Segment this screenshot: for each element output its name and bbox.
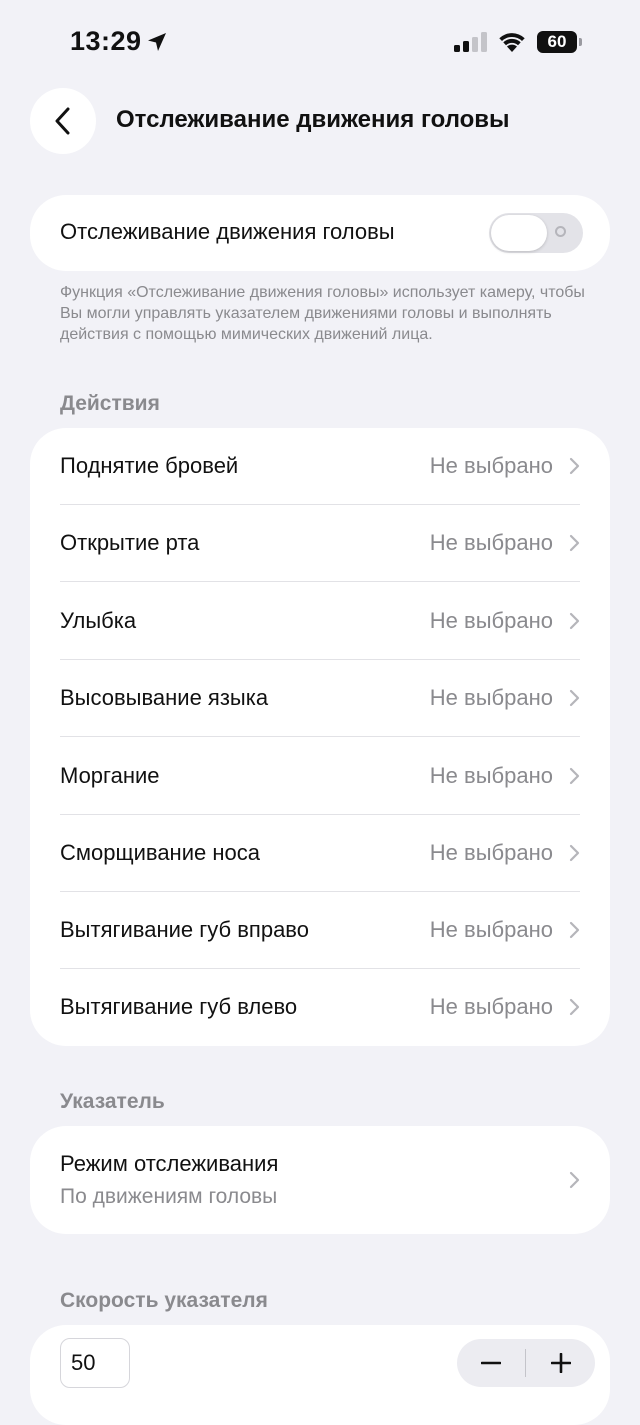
action-label: Моргание: [60, 763, 160, 788]
action-row-mouth-open[interactable]: Открытие рта Не выбрано: [30, 505, 610, 582]
chevron-right-icon: [569, 844, 580, 862]
action-label: Высовывание языка: [60, 685, 269, 710]
action-value: Не выбрано: [429, 685, 553, 710]
chevron-right-icon: [569, 457, 580, 475]
head-tracking-toggle[interactable]: [489, 213, 583, 253]
action-value: Не выбрано: [429, 763, 553, 788]
page-title: Отслеживание движения головы: [116, 106, 510, 133]
chevron-right-icon: [569, 534, 580, 552]
action-label: Улыбка: [60, 608, 137, 633]
action-value: Не выбрано: [429, 840, 553, 865]
speed-decrease-button[interactable]: [457, 1339, 525, 1387]
action-row-lips-left[interactable]: Вытягивание губ влево Не выбрано: [30, 969, 610, 1046]
tracking-mode-value: По движениям головы: [60, 1185, 278, 1208]
chevron-right-icon: [569, 612, 580, 630]
toggle-knob: [491, 215, 547, 251]
location-arrow-icon: [148, 33, 166, 51]
action-label: Вытягивание губ влево: [60, 994, 298, 1019]
status-time: 13:29: [70, 26, 142, 56]
speed-increase-button[interactable]: [527, 1339, 595, 1387]
divider: [60, 736, 580, 737]
actions-section-header: Действия: [60, 392, 160, 415]
divider: [60, 581, 580, 582]
action-value: Не выбрано: [429, 608, 553, 633]
head-tracking-label: Отслеживание движения головы: [60, 219, 395, 244]
action-row-lips-right[interactable]: Вытягивание губ вправо Не выбрано: [30, 892, 610, 969]
action-value: Не выбрано: [429, 994, 553, 1019]
action-row-tongue[interactable]: Высовывание языка Не выбрано: [30, 660, 610, 737]
plus-icon: [551, 1353, 571, 1373]
battery-icon: 60: [537, 31, 583, 53]
chevron-right-icon: [569, 767, 580, 785]
action-label: Поднятие бровей: [60, 453, 239, 478]
speed-section-header: Скорость указателя: [60, 1289, 268, 1312]
action-label: Открытие рта: [60, 530, 200, 555]
back-button[interactable]: [30, 88, 96, 154]
cellular-signal-icon: [454, 32, 487, 52]
action-row-blink[interactable]: Моргание Не выбрано: [30, 738, 610, 815]
pointer-speed-card: 50: [30, 1325, 610, 1425]
pointer-section-header: Указатель: [60, 1090, 165, 1113]
action-value: Не выбрано: [429, 453, 553, 478]
action-label: Сморщивание носа: [60, 840, 260, 865]
minus-icon: [481, 1361, 501, 1365]
tracking-mode-label: Режим отслеживания: [60, 1151, 279, 1176]
action-value: Не выбрано: [429, 530, 553, 555]
head-tracking-card: Отслеживание движения головы: [30, 195, 610, 271]
speed-stepper: [457, 1339, 595, 1387]
action-row-smile[interactable]: Улыбка Не выбрано: [30, 583, 610, 660]
chevron-right-icon: [569, 1171, 580, 1189]
tracking-mode-row[interactable]: Режим отслеживания По движениям головы: [30, 1126, 610, 1234]
chevron-right-icon: [569, 921, 580, 939]
action-label: Вытягивание губ вправо: [60, 917, 309, 942]
action-row-nose-wrinkle[interactable]: Сморщивание носа Не выбрано: [30, 815, 610, 892]
head-tracking-description: Функция «Отслеживание движения головы» и…: [60, 284, 585, 343]
chevron-right-icon: [569, 998, 580, 1016]
chevron-right-icon: [569, 689, 580, 707]
chevron-left-icon: [55, 107, 70, 135]
action-row-eyebrows[interactable]: Поднятие бровей Не выбрано: [30, 428, 610, 505]
status-bar: 13:29 60: [0, 0, 640, 88]
battery-level: 60: [547, 32, 567, 51]
speed-value-field[interactable]: 50: [60, 1338, 130, 1388]
actions-list: Поднятие бровей Не выбрано Открытие рта …: [30, 428, 610, 1046]
toggle-off-indicator-icon: [555, 226, 566, 237]
wifi-icon: [499, 33, 525, 52]
action-value: Не выбрано: [429, 917, 553, 942]
stepper-divider: [525, 1349, 526, 1377]
